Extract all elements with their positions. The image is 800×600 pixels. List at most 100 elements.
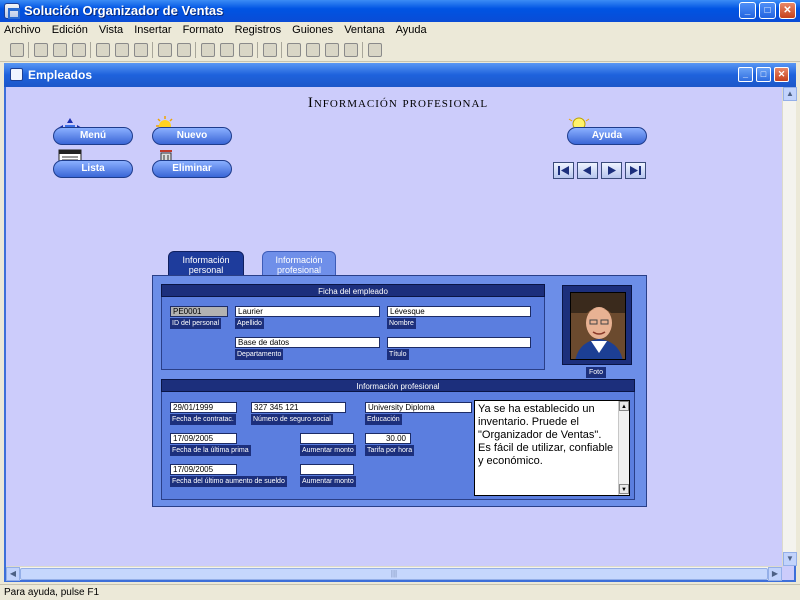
- last-raise-date-label: Fecha del último aumento de sueldo: [170, 476, 287, 487]
- horizontal-scrollbar[interactable]: ◀ ||| ▶: [6, 566, 782, 581]
- department-label: Departamento: [235, 349, 284, 360]
- menu-ventana[interactable]: Ventana: [340, 22, 388, 36]
- redo-icon[interactable]: [177, 43, 191, 57]
- hire-date-field[interactable]: 29/01/1999: [170, 402, 237, 413]
- last-name-field[interactable]: Laurier: [235, 306, 380, 317]
- toolbar-separator: [195, 42, 196, 58]
- app-title-bar: Solución Organizador de Ventas _ □ ✕: [0, 0, 800, 22]
- employee-portrait: [571, 293, 625, 359]
- duplicate-record-icon[interactable]: [306, 43, 320, 57]
- tab-informacion-personal[interactable]: Información personal: [168, 251, 244, 277]
- toolbar-separator: [90, 42, 91, 58]
- toolbar-separator: [152, 42, 153, 58]
- app-icon[interactable]: [4, 3, 20, 19]
- bonus-amount-label: Aumentar monto: [300, 445, 356, 456]
- employee-photo[interactable]: [570, 292, 626, 360]
- help-button[interactable]: Ayuda: [567, 127, 647, 145]
- bonus-amount-field[interactable]: [300, 433, 354, 444]
- menu-vista[interactable]: Vista: [95, 22, 127, 36]
- raise-amount-field[interactable]: [300, 464, 354, 475]
- toolbar-separator: [257, 42, 258, 58]
- child-minimize-button[interactable]: _: [738, 67, 753, 82]
- new-record-icon[interactable]: [287, 43, 301, 57]
- form-view-icon[interactable]: [201, 43, 215, 57]
- sort-icon[interactable]: [368, 43, 382, 57]
- delete-record-icon[interactable]: [325, 43, 339, 57]
- menu-insertar[interactable]: Insertar: [130, 22, 175, 36]
- notes-field[interactable]: Ya se ha establecido un inventario. Prue…: [474, 400, 630, 496]
- find-icon[interactable]: [344, 43, 358, 57]
- previous-record-icon: [583, 166, 591, 175]
- child-window-title: Empleados: [28, 68, 93, 82]
- tab-label-line1: Información: [182, 255, 230, 265]
- notes-scroll-down-icon[interactable]: ▼: [619, 484, 629, 494]
- toolbar-separator: [281, 42, 282, 58]
- menu-registros[interactable]: Registros: [231, 22, 285, 36]
- child-maximize-button[interactable]: □: [756, 67, 771, 82]
- new-file-icon[interactable]: [10, 43, 24, 57]
- education-field[interactable]: University Diploma: [365, 402, 472, 413]
- last-bonus-date-label: Fecha de la última prima: [170, 445, 251, 456]
- toolbar: [0, 39, 800, 62]
- delete-button[interactable]: Eliminar: [152, 160, 232, 178]
- vertical-scrollbar[interactable]: ▲ ▼: [782, 87, 797, 566]
- window-icon[interactable]: [10, 68, 23, 81]
- first-name-field[interactable]: Lévesque: [387, 306, 531, 317]
- table-view-icon[interactable]: [239, 43, 253, 57]
- first-record-button[interactable]: [553, 162, 574, 179]
- status-text: Para ayuda, pulse F1: [4, 587, 100, 598]
- undo-icon[interactable]: [158, 43, 172, 57]
- tab-label-line2: profesional: [276, 265, 322, 275]
- last-record-icon: [630, 166, 641, 175]
- cut-icon[interactable]: [96, 43, 110, 57]
- hourly-rate-field[interactable]: 30.00: [365, 433, 411, 444]
- status-bar: Para ayuda, pulse F1: [0, 584, 800, 600]
- child-title-bar: Empleados _ □ ✕: [4, 63, 796, 87]
- maximize-button[interactable]: □: [759, 2, 776, 19]
- new-button[interactable]: Nuevo: [152, 127, 232, 145]
- ssn-field[interactable]: 327 345 121: [251, 402, 346, 413]
- title-field[interactable]: [387, 337, 531, 348]
- print-icon[interactable]: [53, 43, 67, 57]
- notes-scrollbar[interactable]: ▲ ▼: [618, 401, 629, 495]
- next-record-button[interactable]: [601, 162, 622, 179]
- menu-edicion[interactable]: Edición: [48, 22, 92, 36]
- employee-id-label: ID del personal: [170, 318, 222, 329]
- list-view-icon[interactable]: [220, 43, 234, 57]
- tab-informacion-profesional[interactable]: Información profesional: [262, 251, 336, 276]
- menu-ayuda[interactable]: Ayuda: [392, 22, 431, 36]
- minimize-button[interactable]: _: [739, 2, 756, 19]
- toolbar-separator: [362, 42, 363, 58]
- last-raise-date-field[interactable]: 17/09/2005: [170, 464, 237, 475]
- menu-formato[interactable]: Formato: [179, 22, 228, 36]
- last-record-button[interactable]: [625, 162, 646, 179]
- department-field[interactable]: Base de datos: [235, 337, 380, 348]
- hourly-rate-label: Tarifa por hora: [365, 445, 415, 456]
- menu-archivo[interactable]: Archivo: [0, 22, 45, 36]
- notes-scroll-up-icon[interactable]: ▲: [619, 401, 629, 411]
- check-icon[interactable]: [34, 43, 48, 57]
- child-close-button[interactable]: ✕: [774, 67, 789, 82]
- previous-record-button[interactable]: [577, 162, 598, 179]
- list-button[interactable]: Lista: [53, 160, 133, 178]
- chart-icon[interactable]: [263, 43, 277, 57]
- menu-button[interactable]: Menú: [53, 127, 133, 145]
- scroll-down-icon[interactable]: ▼: [783, 552, 797, 566]
- first-name-label: Nombre: [387, 318, 416, 329]
- close-button[interactable]: ✕: [779, 2, 796, 19]
- hire-date-label: Fecha de contratac.: [170, 414, 236, 425]
- title-label: Título: [387, 349, 409, 360]
- photo-label: Foto: [586, 367, 607, 378]
- form-title: Información profesional: [307, 95, 489, 111]
- scroll-left-icon[interactable]: ◀: [6, 567, 20, 581]
- spellcheck-icon[interactable]: [72, 43, 86, 57]
- menu-guiones[interactable]: Guiones: [288, 22, 337, 36]
- tab-label-line2: personal: [188, 265, 224, 275]
- scroll-thumb[interactable]: |||: [20, 568, 768, 580]
- copy-icon[interactable]: [115, 43, 129, 57]
- last-bonus-date-field[interactable]: 17/09/2005: [170, 433, 237, 444]
- scroll-right-icon[interactable]: ▶: [768, 567, 782, 581]
- employee-id-field[interactable]: PE0001: [170, 306, 228, 317]
- paste-icon[interactable]: [134, 43, 148, 57]
- first-record-icon: [558, 166, 569, 175]
